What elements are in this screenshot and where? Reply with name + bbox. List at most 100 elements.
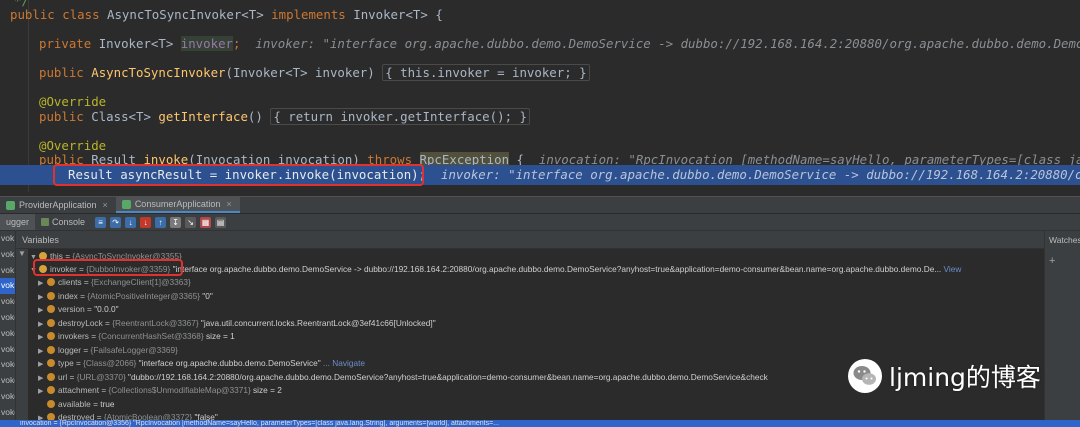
var-eq: = — [88, 331, 99, 341]
frame-item[interactable]: voke — [0, 405, 15, 421]
kw-public: public — [10, 7, 55, 22]
var-eq: = — [84, 304, 95, 314]
var-eq: = — [81, 277, 91, 287]
class-name[interactable]: AsyncToSyncInvoker — [107, 7, 241, 22]
step-into-icon[interactable]: ↓ — [125, 216, 137, 228]
constructor-name[interactable]: AsyncToSyncInvoker — [91, 65, 225, 80]
var-row-destroylock[interactable]: ▶ destroyLock = {ReentrantLock@3367} "jav… — [38, 317, 436, 330]
var-name: index — [58, 290, 78, 301]
var-eq: = — [81, 344, 91, 355]
frame-item[interactable]: vok — [0, 231, 15, 247]
debug-tab-bar: ProviderApplication × ConsumerApplication… — [0, 196, 1080, 214]
frame-item[interactable]: voke — [0, 389, 15, 405]
frame-item[interactable]: voke — [0, 342, 15, 358]
frame-item-selected[interactable]: vok — [0, 278, 15, 295]
field-icon — [47, 278, 55, 286]
expand-arrow-icon[interactable]: ▶ — [38, 318, 47, 331]
var-value: size = 1 — [203, 331, 235, 341]
expand-arrow-icon[interactable]: ▶ — [38, 372, 47, 385]
var-value: "0" — [199, 290, 213, 301]
run-to-cursor-icon[interactable]: ↘ — [185, 216, 197, 228]
close-icon[interactable]: × — [226, 199, 231, 209]
interface-name[interactable]: Invoker — [353, 7, 405, 22]
expand-arrow-icon[interactable]: ▶ — [38, 277, 47, 290]
frame-item[interactable]: vok — [0, 263, 15, 279]
folded-body[interactable]: { return invoker.getInterface(); } — [270, 108, 530, 125]
tab-console[interactable]: Console — [35, 214, 91, 230]
var-row-index[interactable]: ▶ index = {AtomicPositiveInteger@3365} "0… — [38, 290, 213, 303]
frame-item[interactable]: voke — [0, 326, 15, 342]
var-row-url[interactable]: ▶ url = {URL@3370} "dubbo://192.168.164.2… — [38, 371, 768, 384]
watches-panel: Watches + — [1044, 231, 1080, 427]
var-row-invokers[interactable]: ▶ invokers = {ConcurrentHashSet@3368} siz… — [38, 330, 235, 343]
expand-arrow-icon[interactable]: ▶ — [38, 291, 47, 304]
method-getinterface[interactable]: getInterface — [158, 109, 248, 124]
class-brace: { — [435, 7, 443, 22]
field-icon — [47, 399, 55, 408]
var-row-version[interactable]: ▶ version = "0.0.0" — [38, 303, 119, 316]
frame-item[interactable]: vok — [0, 247, 15, 263]
var-row-available[interactable]: available = true — [38, 398, 115, 411]
var-row-logger[interactable]: ▶ logger = {FailsafeLogger@3369} — [38, 344, 178, 357]
var-row-attachment[interactable]: ▶ attachment = {Collections$UnmodifiableM… — [38, 384, 282, 397]
var-value: "interface org.apache.dubbo.demo.DemoSer… — [136, 358, 321, 368]
evaluate-icon[interactable]: ▦ — [200, 216, 212, 228]
var-row-type[interactable]: ▶ type = {Class@2066} "interface org.apac… — [38, 357, 365, 370]
expand-arrow-icon[interactable]: ▶ — [38, 345, 47, 358]
var-eq: = — [67, 371, 77, 382]
kw-public: public — [39, 65, 84, 80]
class-declaration: public class AsyncToSyncInvoker<T> imple… — [10, 6, 443, 24]
var-eq: = — [90, 398, 101, 409]
console-icon — [41, 218, 50, 226]
field-declaration: private Invoker<T> invoker; invoker: "in… — [39, 35, 1080, 53]
collapse-arrow-icon[interactable]: ▼ — [16, 249, 28, 258]
trace-icon[interactable]: ▤ — [215, 216, 227, 228]
var-type: {FailsafeLogger@3369} — [90, 344, 178, 355]
field-semi: ; — [232, 36, 241, 51]
expand-arrow-icon[interactable]: ▶ — [38, 304, 47, 317]
expand-arrow-icon[interactable]: ▶ — [38, 358, 47, 371]
code-editor[interactable]: */ public class AsyncToSyncInvoker<T> im… — [0, 0, 1080, 192]
view-link[interactable]: View — [941, 264, 962, 274]
close-icon[interactable]: × — [103, 200, 108, 210]
frame-item[interactable]: voke — [0, 357, 15, 373]
tab-consumer-application[interactable]: ConsumerApplication × — [115, 197, 240, 213]
add-watch-icon[interactable]: + — [1049, 255, 1076, 267]
var-type: {Collections$UnmodifiableMap@3371} — [108, 385, 251, 395]
var-eq: = — [102, 317, 113, 328]
var-name: invokers — [58, 331, 89, 341]
tab-debugger[interactable]: ugger — [0, 214, 36, 230]
var-value: "java.util.concurrent.locks.ReentrantLoc… — [198, 317, 436, 328]
wechat-logo-icon — [848, 359, 882, 393]
var-row-clients[interactable]: ▶ clients = {ExchangeClient[1]@3363} — [38, 276, 191, 289]
field-icon — [47, 359, 55, 367]
drop-frame-icon[interactable]: ↧ — [170, 216, 182, 228]
var-name: attachment — [58, 385, 100, 395]
tab-provider-application[interactable]: ProviderApplication × — [0, 197, 116, 213]
method-parens: () — [247, 109, 263, 124]
frame-item[interactable]: voke — [0, 310, 15, 326]
var-name: version — [58, 304, 85, 314]
field-generic: <T> — [150, 36, 174, 51]
var-type: {URL@3370} — [76, 371, 126, 382]
watermark: ljming的博客 — [847, 356, 1041, 396]
folded-body[interactable]: { this.invoker = invoker; } — [382, 64, 590, 81]
var-eq: = — [77, 290, 88, 301]
field-icon — [47, 305, 55, 313]
var-eq: = — [99, 385, 109, 395]
frame-item[interactable]: voke — [0, 294, 15, 310]
var-row-invocation[interactable]: invocation = {RpcInvocation@3356} "RpcIn… — [0, 420, 1080, 427]
var-name: logger — [58, 344, 82, 355]
navigate-link[interactable]: ... Navigate — [321, 358, 365, 368]
expand-arrow-icon[interactable]: ▶ — [38, 331, 47, 344]
expand-arrow-icon[interactable]: ▶ — [38, 385, 47, 398]
frame-item[interactable]: voke — [0, 373, 15, 389]
console-label: Console — [52, 217, 86, 227]
step-over-icon[interactable]: ↷ — [110, 216, 122, 228]
field-type: Invoker — [98, 36, 151, 51]
var-name: clients — [58, 277, 82, 287]
step-out-icon[interactable]: ↑ — [155, 216, 167, 228]
field-invoker[interactable]: invoker — [180, 36, 233, 51]
layout-icon[interactable]: ≡ — [95, 216, 107, 228]
force-step-into-icon[interactable]: ↓ — [140, 216, 152, 228]
